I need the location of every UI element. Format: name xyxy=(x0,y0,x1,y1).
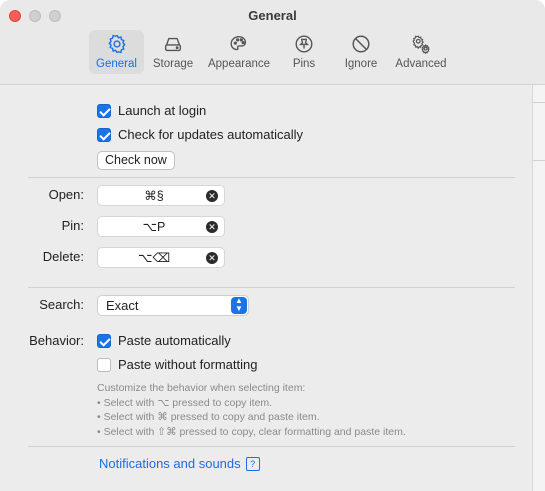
chevron-up-down-icon: ▲ ▼ xyxy=(231,297,247,314)
notifications-sounds-label: Notifications and sounds xyxy=(99,456,241,471)
tab-pins[interactable]: Pins xyxy=(284,30,324,74)
pin-shortcut-value: ⌥P xyxy=(142,220,166,234)
delete-shortcut-label: Delete: xyxy=(42,249,84,264)
window-title: General xyxy=(248,8,297,23)
clear-pin-shortcut-icon[interactable]: ✕ xyxy=(206,221,218,233)
behavior-hint-line: • Select with ⇧⌘ pressed to copy, clear … xyxy=(97,425,406,438)
tab-pins-label: Pins xyxy=(292,58,316,70)
pin-shortcut-field[interactable]: ⌥P ✕ xyxy=(97,216,225,237)
behavior-hint-line: • Select with ⌘ pressed to copy and past… xyxy=(97,411,320,423)
divider xyxy=(28,446,515,447)
paste-automatically-row[interactable]: Paste automatically xyxy=(97,333,231,348)
open-shortcut-label: Open: xyxy=(48,187,84,202)
search-mode-select[interactable]: Exact ▲ ▼ xyxy=(97,295,249,316)
prohibit-icon xyxy=(352,35,370,53)
search-mode-value: Exact xyxy=(106,298,139,313)
help-icon[interactable]: ? xyxy=(245,456,260,471)
check-updates-label: Check for updates automatically xyxy=(118,127,303,142)
launch-at-login-label: Launch at login xyxy=(118,103,207,118)
tab-advanced[interactable]: Advanced xyxy=(392,30,450,74)
launch-at-login-row[interactable]: Launch at login xyxy=(97,103,206,118)
tab-storage-label: Storage xyxy=(152,58,194,70)
palette-icon xyxy=(230,35,247,51)
tab-ignore-label: Ignore xyxy=(344,58,378,70)
pin-shortcut-label: Pin: xyxy=(61,218,84,233)
behavior-hint-title: Customize the behavior when selecting it… xyxy=(97,382,306,394)
behavior-hint-line: • Select with ⌥ pressed to copy item. xyxy=(97,396,273,409)
gears-icon xyxy=(412,35,430,55)
preferences-window: General General Storage Appearance Pins … xyxy=(0,0,545,491)
paste-without-formatting-label: Paste without formatting xyxy=(118,357,258,372)
tab-storage[interactable]: Storage xyxy=(149,30,197,74)
check-updates-row[interactable]: Check for updates automatically xyxy=(97,127,303,142)
tab-ignore[interactable]: Ignore xyxy=(339,30,383,74)
titlebar: General General Storage Appearance Pins … xyxy=(0,0,545,85)
launch-at-login-checkbox[interactable] xyxy=(97,103,111,118)
gear-icon xyxy=(107,34,126,54)
behavior-label: Behavior: xyxy=(29,333,84,348)
delete-shortcut-value: ⌥⌫ xyxy=(137,251,171,265)
tab-advanced-label: Advanced xyxy=(395,58,447,70)
paste-without-formatting-row[interactable]: Paste without formatting xyxy=(97,357,257,372)
open-shortcut-field[interactable]: ⌘§ ✕ xyxy=(97,185,225,206)
tab-appearance-label: Appearance xyxy=(207,58,271,70)
search-mode-label: Search: xyxy=(39,297,84,312)
open-shortcut-value: ⌘§ xyxy=(144,189,164,203)
divider xyxy=(28,287,515,288)
tab-general[interactable]: General xyxy=(89,30,144,74)
divider xyxy=(28,177,515,178)
behavior-hint: Customize the behavior when selecting it… xyxy=(97,381,406,439)
paste-automatically-checkbox[interactable] xyxy=(97,333,111,348)
paste-without-formatting-checkbox[interactable] xyxy=(97,357,111,372)
clear-delete-shortcut-icon[interactable]: ✕ xyxy=(206,252,218,264)
clear-open-shortcut-icon[interactable]: ✕ xyxy=(206,190,218,202)
background-window-edge xyxy=(532,84,545,491)
delete-shortcut-field[interactable]: ⌥⌫ ✕ xyxy=(97,247,225,268)
pin-icon xyxy=(295,35,313,53)
tab-general-label: General xyxy=(96,58,137,70)
paste-automatically-label: Paste automatically xyxy=(118,333,231,348)
notifications-sounds-link[interactable]: Notifications and sounds ? xyxy=(99,456,260,471)
disk-icon xyxy=(164,37,182,52)
check-now-button[interactable]: Check now xyxy=(97,151,175,170)
tab-appearance[interactable]: Appearance xyxy=(204,30,274,74)
check-updates-checkbox[interactable] xyxy=(97,127,111,142)
